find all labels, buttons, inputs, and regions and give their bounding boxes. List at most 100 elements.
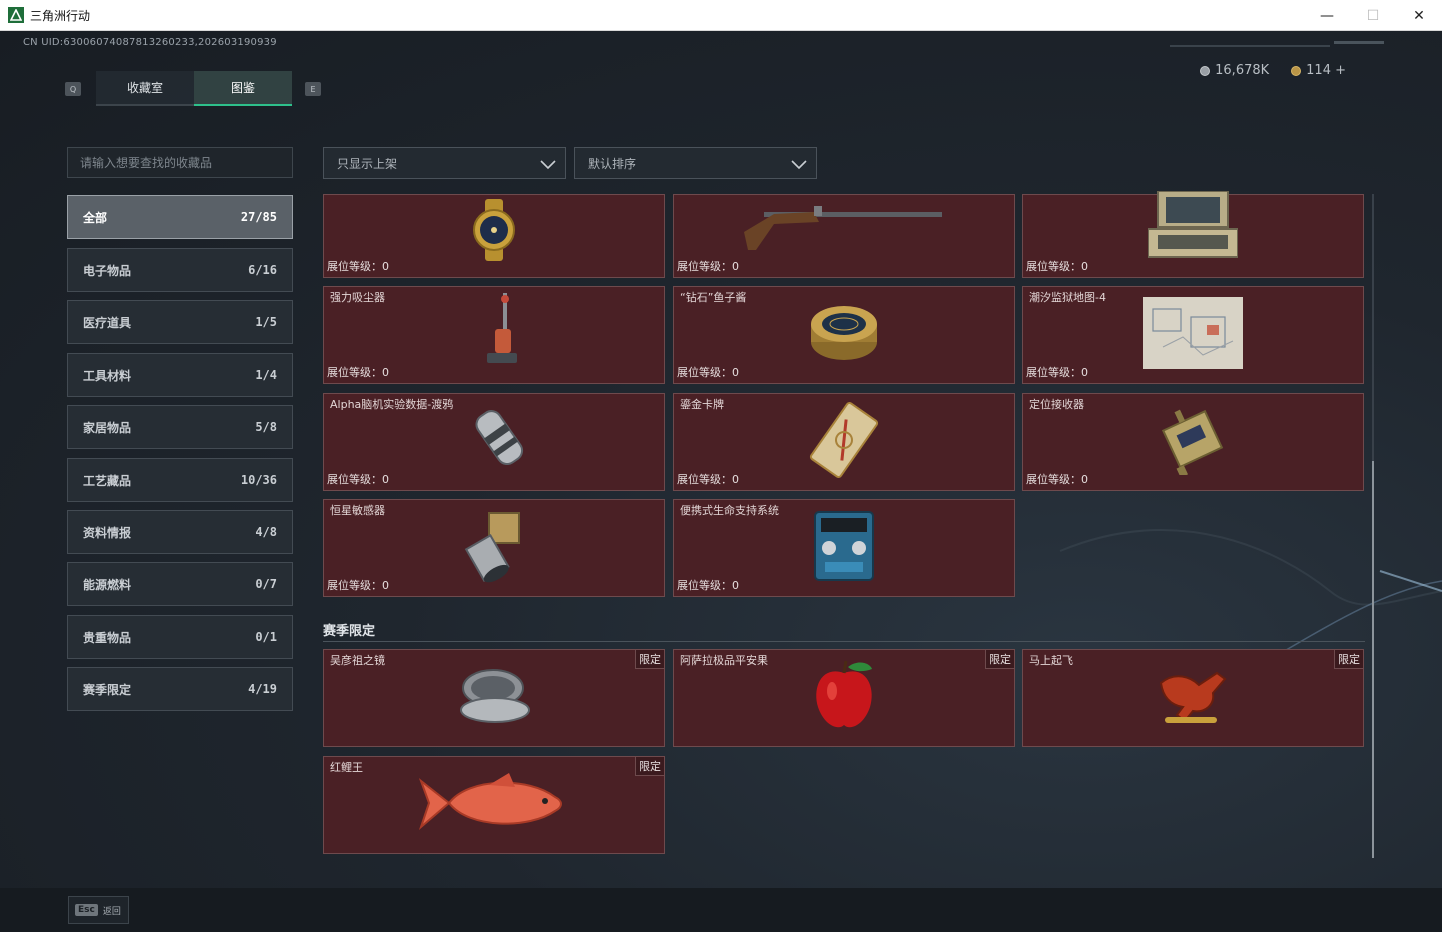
booth-level: 展位等级：0 <box>677 366 739 379</box>
map-icon <box>1143 297 1243 373</box>
close-button[interactable]: ✕ <box>1396 0 1442 31</box>
currency-bar: 16,678K 114 + <box>1200 63 1346 78</box>
item-card[interactable]: “钻石”鱼子酱 展位等级：0 <box>673 286 1015 384</box>
category-medical[interactable]: 医疗道具 1/5 <box>67 300 293 344</box>
item-name: 恒星敏感器 <box>330 504 385 517</box>
item-name: 定位接收器 <box>1029 398 1084 411</box>
maximize-button[interactable]: ☐ <box>1350 0 1396 31</box>
item-name: 红鲤王 <box>330 761 363 774</box>
rugged-laptop-icon <box>1147 189 1239 265</box>
category-label: 全部 <box>83 210 108 225</box>
category-count: 1/5 <box>255 315 277 329</box>
scrollbar-thumb[interactable] <box>1372 461 1374 858</box>
item-card[interactable]: 鎏金卡牌 展位等级：0 <box>673 393 1015 491</box>
tab-collection-room[interactable]: 收藏室 <box>96 71 194 106</box>
back-label: 返回 <box>102 906 121 917</box>
booth-level: 展位等级：0 <box>327 366 389 379</box>
booth-level: 展位等级：0 <box>677 260 739 273</box>
item-card[interactable]: 阿萨拉极品平安果 限定 <box>673 649 1015 747</box>
category-count: 10/36 <box>240 473 277 487</box>
category-label: 贵重物品 <box>83 630 132 645</box>
carp-icon <box>418 771 569 839</box>
vacuum-cleaner-icon <box>481 293 521 373</box>
item-name: 潮汐监狱地图-4 <box>1029 291 1106 304</box>
window-title: 三角洲行动 <box>30 8 91 23</box>
musket-icon <box>744 196 944 256</box>
tab-catalog[interactable]: 图鉴 <box>194 71 292 106</box>
category-label: 工具材料 <box>83 368 132 383</box>
gold-watch-icon <box>465 198 523 265</box>
limited-badge: 限定 <box>635 757 664 776</box>
category-label: 工艺藏品 <box>83 473 132 488</box>
category-valuables[interactable]: 贵重物品 0/1 <box>67 615 293 659</box>
item-card[interactable]: 展位等级：0 <box>323 194 665 278</box>
category-label: 赛季限定 <box>83 682 132 697</box>
booth-level: 展位等级：0 <box>677 579 739 592</box>
item-card[interactable]: 便携式生命支持系统 展位等级：0 <box>673 499 1015 597</box>
gold-coin-icon <box>1291 65 1302 76</box>
item-card[interactable]: 吴彦祖之镜 限定 <box>323 649 665 747</box>
item-card[interactable]: 定位接收器 展位等级：0 <box>1022 393 1364 491</box>
item-card[interactable]: 潮汐监狱地图-4 展位等级：0 <box>1022 286 1364 384</box>
main-tabs: 收藏室 图鉴 <box>96 71 292 106</box>
category-count: 0/1 <box>255 630 277 644</box>
category-count: 6/16 <box>248 263 277 277</box>
back-button[interactable]: Esc 返回 <box>68 896 129 924</box>
category-crafts[interactable]: 工艺藏品 10/36 <box>67 458 293 502</box>
player-uid: CN UID:63006074087813260233,202603190939 <box>23 37 277 48</box>
game-area: CN UID:63006074087813260233,202603190939… <box>0 31 1442 932</box>
category-intel[interactable]: 资料情报 4/8 <box>67 510 293 554</box>
search-input[interactable]: 请输入想要查找的收藏品 <box>67 147 293 178</box>
category-label: 能源燃料 <box>83 577 132 592</box>
item-card[interactable]: 恒星敏感器 展位等级：0 <box>323 499 665 597</box>
category-all[interactable]: 全部 27/85 <box>67 195 293 239</box>
data-capsule-icon <box>466 405 536 479</box>
star-sensor-icon <box>459 509 529 587</box>
item-name: 马上起飞 <box>1029 654 1073 667</box>
item-name: 阿萨拉极品平安果 <box>680 654 768 667</box>
item-card[interactable]: Alpha脑机实验数据-渡鸦 展位等级：0 <box>323 393 665 491</box>
gold-amount: 114 + <box>1306 63 1346 78</box>
booth-level: 展位等级：0 <box>1026 366 1088 379</box>
silver-currency: 16,678K <box>1200 63 1269 78</box>
caviar-tin-icon <box>809 302 879 368</box>
chevron-down-icon <box>791 160 807 170</box>
silver-amount: 16,678K <box>1215 63 1270 78</box>
category-count: 5/8 <box>255 420 277 434</box>
item-card[interactable]: 强力吸尘器 展位等级：0 <box>323 286 665 384</box>
esc-key: Esc <box>75 904 98 916</box>
limited-badge: 限定 <box>1334 650 1363 669</box>
category-energy[interactable]: 能源燃料 0/7 <box>67 562 293 606</box>
gold-currency[interactable]: 114 + <box>1291 63 1346 78</box>
chevron-down-icon <box>540 160 556 170</box>
sort-dropdown[interactable]: 默认排序 <box>574 147 817 179</box>
minimize-button[interactable]: — <box>1304 0 1350 31</box>
item-card[interactable]: 展位等级：0 <box>673 194 1015 278</box>
item-card[interactable]: 红鲤王 限定 <box>323 756 665 854</box>
filter-dropdown[interactable]: 只显示上架 <box>323 147 566 179</box>
category-electronics[interactable]: 电子物品 6/16 <box>67 248 293 292</box>
category-label: 医疗道具 <box>83 315 132 330</box>
item-card[interactable]: 展位等级：0 <box>1022 189 1364 278</box>
compact-mirror-icon <box>457 666 531 730</box>
app-logo-icon <box>8 7 24 23</box>
category-season-limited[interactable]: 赛季限定 4/19 <box>67 667 293 711</box>
booth-level: 展位等级：0 <box>677 473 739 486</box>
item-name: 强力吸尘器 <box>330 291 385 304</box>
gold-card-icon <box>806 402 882 482</box>
limited-badge: 限定 <box>635 650 664 669</box>
silver-coin-icon <box>1200 65 1211 76</box>
item-name: Alpha脑机实验数据-渡鸦 <box>330 398 454 411</box>
horse-icon <box>1155 665 1231 731</box>
filter-dropdown-value: 只显示上架 <box>337 156 398 171</box>
apple-icon <box>812 659 876 737</box>
item-name: “钻石”鱼子酱 <box>680 291 747 304</box>
category-count: 1/4 <box>255 368 277 382</box>
booth-level: 展位等级：0 <box>327 579 389 592</box>
category-home[interactable]: 家居物品 5/8 <box>67 405 293 449</box>
category-label: 资料情报 <box>83 525 132 540</box>
item-card[interactable]: 马上起飞 限定 <box>1022 649 1364 747</box>
season-section-title: 赛季限定 <box>323 624 376 639</box>
category-tools[interactable]: 工具材料 1/4 <box>67 353 293 397</box>
booth-level: 展位等级：0 <box>327 260 389 273</box>
